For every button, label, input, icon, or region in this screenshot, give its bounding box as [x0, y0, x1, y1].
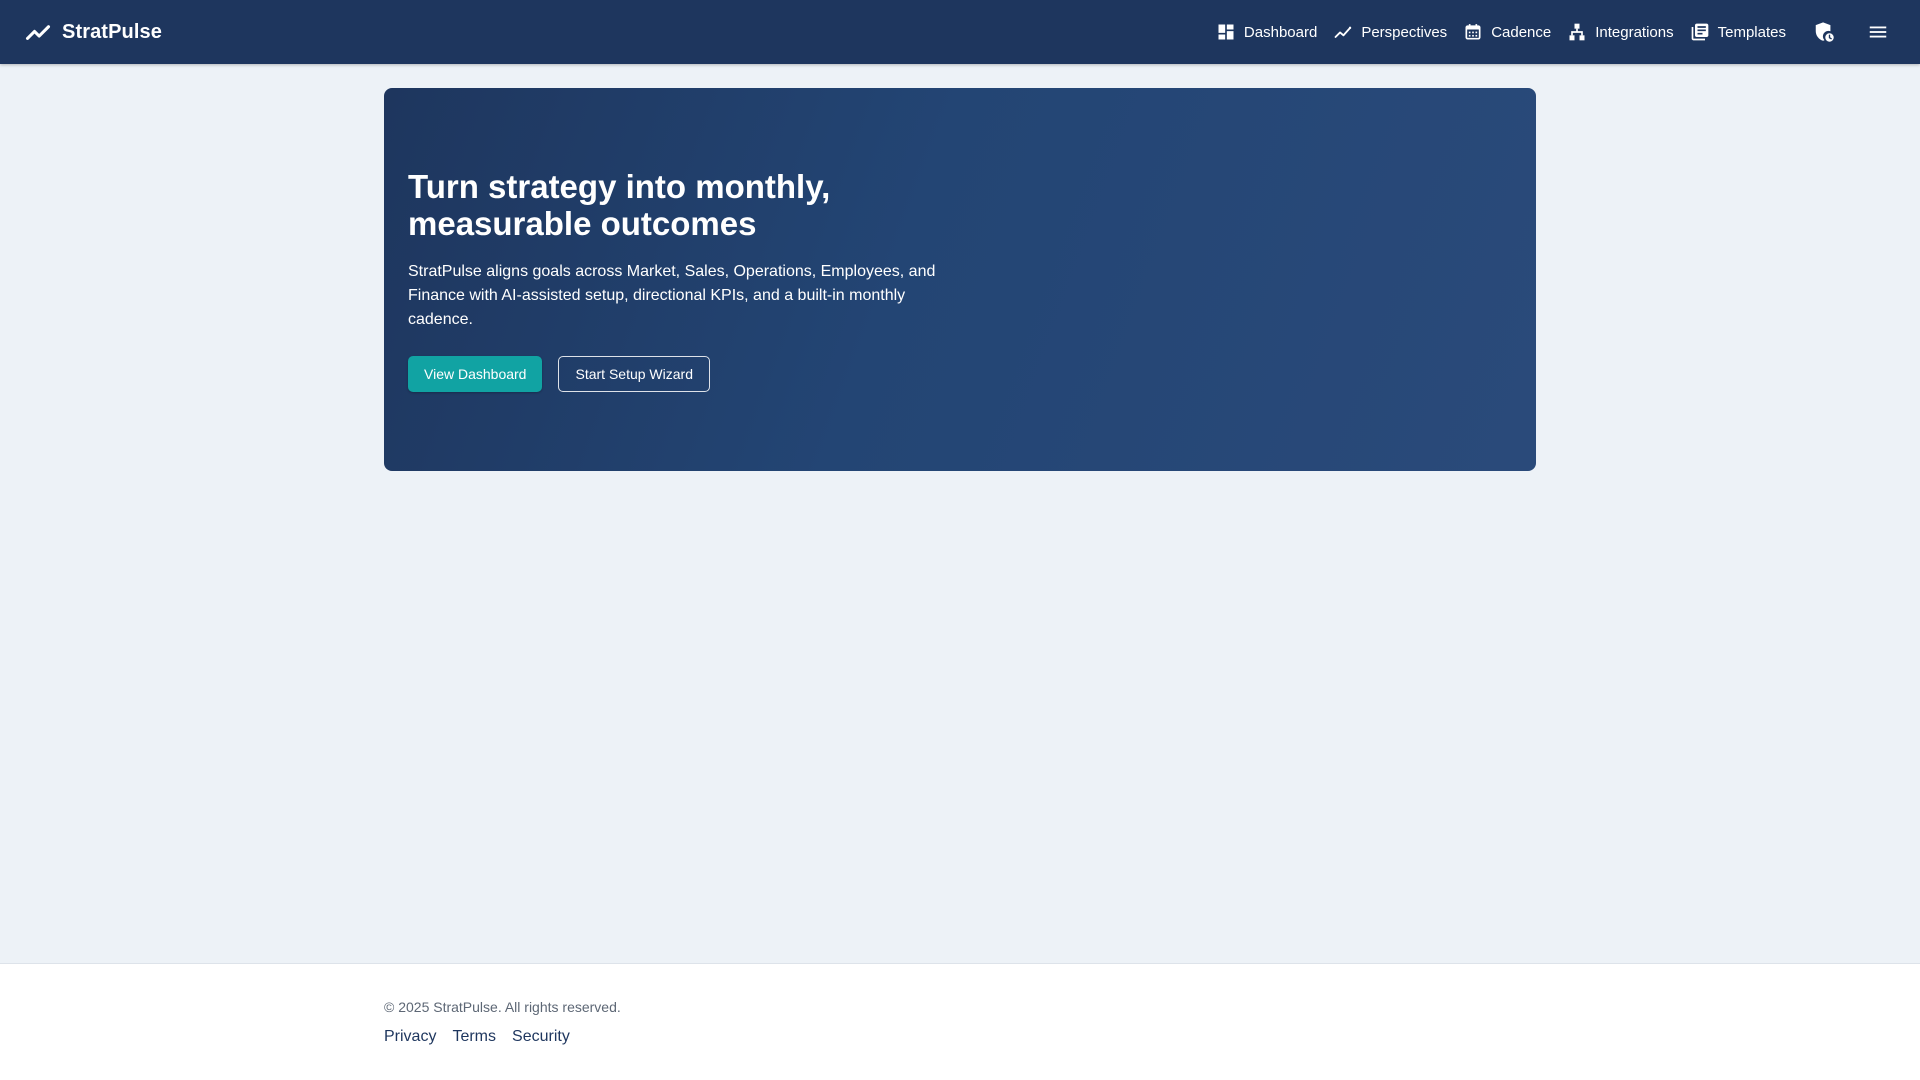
- footer-link-privacy[interactable]: Privacy: [384, 1028, 436, 1046]
- trend-line-icon: [25, 25, 51, 40]
- site-footer: © 2025 StratPulse. All rights reserved. …: [0, 963, 1920, 1080]
- hamburger-menu-icon: [1869, 26, 1887, 38]
- nav-item-label: Integrations: [1595, 23, 1674, 41]
- view-dashboard-button[interactable]: View Dashboard: [408, 355, 543, 392]
- nav-item-label: Dashboard: [1243, 23, 1318, 41]
- footer-content: © 2025 StratPulse. All rights reserved. …: [384, 998, 621, 1046]
- hero-description: StratPulse aligns goals across Market, S…: [408, 262, 936, 328]
- hero-title: Turn strategy into monthly, measurable o…: [408, 167, 831, 242]
- nav-item-label: Perspectives: [1361, 23, 1448, 41]
- trend-line-icon: [1334, 26, 1352, 38]
- footer-links: Privacy Terms Security: [384, 1028, 621, 1046]
- main-content: Turn strategy into monthly, measurable o…: [0, 64, 1920, 964]
- nav-item-templates[interactable]: Templates: [1688, 18, 1788, 46]
- footer-link-terms[interactable]: Terms: [452, 1028, 496, 1046]
- nav-item-integrations[interactable]: Integrations: [1565, 18, 1675, 46]
- hero-banner: Turn strategy into monthly, measurable o…: [384, 88, 1536, 471]
- main-nav: Dashboard Perspectives Cadence Integrati…: [1214, 14, 1896, 50]
- brand-home-link[interactable]: StratPulse: [24, 18, 162, 46]
- copyright-text: © 2025 StratPulse. All rights reserved.: [384, 999, 621, 1015]
- dashboard-icon: [1218, 24, 1234, 40]
- security-button[interactable]: [1806, 14, 1842, 50]
- nav-item-perspectives[interactable]: Perspectives: [1331, 18, 1449, 46]
- shield-clock-icon: [1815, 22, 1834, 42]
- nav-item-label: Cadence: [1491, 23, 1552, 41]
- menu-button[interactable]: [1860, 14, 1896, 50]
- nav-item-cadence[interactable]: Cadence: [1461, 18, 1553, 46]
- calendar-icon: [1465, 24, 1481, 40]
- top-navigation-bar: StratPulse Dashboard Perspectives Cadenc…: [0, 0, 1920, 64]
- library-books-icon: [1691, 23, 1708, 41]
- brand-name: StratPulse: [62, 20, 162, 43]
- hero-actions: View Dashboard Start Setup Wizard: [408, 355, 1512, 392]
- nav-item-dashboard[interactable]: Dashboard: [1214, 18, 1319, 46]
- start-setup-wizard-button[interactable]: Start Setup Wizard: [558, 355, 710, 392]
- nav-item-label: Templates: [1717, 23, 1786, 41]
- footer-link-security[interactable]: Security: [512, 1028, 570, 1046]
- hierarchy-icon: [1569, 23, 1585, 41]
